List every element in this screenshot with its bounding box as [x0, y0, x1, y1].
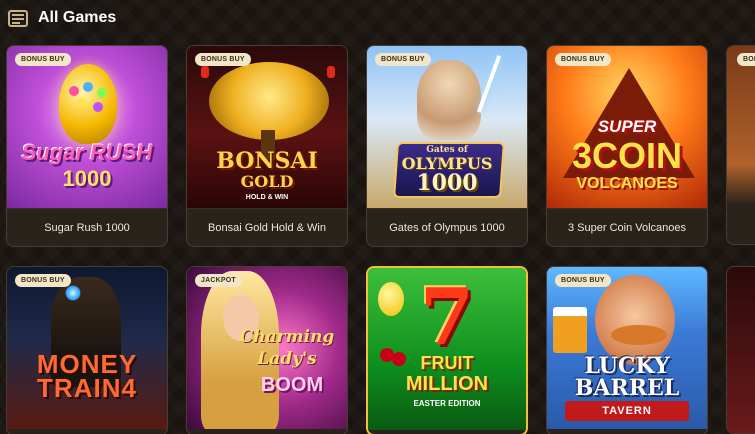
game-thumbnail[interactable]: BONUS BUY BONSAI GOLD HOLD & WIN [187, 46, 347, 208]
bonus-buy-badge: BONUS BUY [15, 274, 71, 287]
game-logo-text: MILLION [405, 373, 489, 395]
golden-tree-art [209, 62, 329, 140]
lemon-icon [378, 282, 404, 316]
game-card-fruit-million[interactable]: 7 FRUIT MILLION EASTER EDITION [366, 266, 528, 434]
game-logo-text: BARREL [574, 375, 680, 401]
game-logo-text: 3COIN [571, 135, 683, 176]
bonus-buy-badge: BONUS BUY [555, 53, 611, 66]
game-thumbnail[interactable]: BONUS BUY Sugar RUSH 1000 [7, 46, 167, 208]
lightning-icon [476, 55, 502, 113]
game-thumbnail[interactable]: BONUS BUY Gates of OLYMPUS 1000 [367, 46, 527, 208]
section-title: All Games [38, 9, 117, 26]
bonus-buy-badge: BONUS [737, 53, 755, 66]
game-thumbnail[interactable]: BONUS BUY MONEY TRAIN4 [7, 267, 167, 429]
game-logo-text: SUPER [597, 117, 657, 136]
game-card-bonsai-gold[interactable]: BONUS BUY BONSAI GOLD HOLD & WIN Bonsai … [186, 45, 348, 247]
game-logo-text: HOLD & WIN [245, 194, 289, 201]
game-title[interactable]: 3 Super Coin Volcanoes [547, 208, 707, 246]
game-logo-text: Lady's [257, 349, 317, 369]
game-card-charming-ladys-boom[interactable]: JACKPOT Charming Lady's BOOM [186, 266, 348, 434]
game-title[interactable]: Bonsai Gold Hold & Win [187, 208, 347, 246]
game-card-sugar-rush[interactable]: BONUS BUY Sugar RUSH 1000 Sugar Rush 100… [6, 45, 168, 247]
game-card-partial[interactable] [726, 266, 755, 434]
leprechaun-art [595, 275, 675, 365]
game-logo-text: VOLCANOES [576, 175, 678, 192]
golden-egg-art [59, 64, 117, 144]
jackpot-badge: JACKPOT [195, 274, 242, 287]
beer-mug-icon [553, 307, 587, 353]
game-thumbnail[interactable]: JACKPOT Charming Lady's BOOM [187, 267, 347, 429]
game-logo-text: 1000 [62, 166, 112, 191]
game-card-3-super-coin-volcanoes[interactable]: BONUS BUY SUPER 3COIN VOLCANOES 3 Super … [546, 45, 708, 247]
game-logo-text: Charming [239, 327, 335, 347]
game-logo-text: Sugar RUSH [21, 140, 153, 165]
bonus-buy-badge: BONUS BUY [195, 53, 251, 66]
game-thumbnail[interactable]: 7 FRUIT MILLION EASTER EDITION [368, 268, 526, 430]
section-header: All Games [7, 6, 116, 30]
game-title[interactable]: Gates of Olympus 1000 [367, 208, 527, 246]
game-logo-text: LUCKY [584, 353, 670, 379]
game-card-partial[interactable]: BONUS [726, 45, 755, 245]
game-thumbnail[interactable]: BONUS BUY SUPER 3COIN VOLCANOES [547, 46, 707, 208]
bonus-buy-badge: BONUS BUY [375, 53, 431, 66]
game-logo-text: BOOM [260, 374, 324, 396]
game-logo-text: TAVERN [565, 401, 689, 421]
game-card-lucky-barrel-tavern[interactable]: BONUS BUY LUCKY BARREL TAVERN [546, 266, 708, 434]
game-card-gates-of-olympus[interactable]: BONUS BUY Gates of OLYMPUS 1000 Gates of… [366, 45, 528, 247]
game-logo-text: EASTER EDITION [413, 399, 481, 408]
game-logo-text: GOLD [240, 172, 294, 191]
bonus-buy-badge: BONUS BUY [555, 274, 611, 287]
game-thumbnail[interactable]: BONUS BUY LUCKY BARREL TAVERN [547, 267, 707, 429]
zeus-art [417, 60, 481, 140]
game-logo-text: FRUIT [420, 353, 474, 373]
game-logo-text: 1000 [416, 170, 478, 196]
slot-machine-icon [7, 8, 29, 28]
game-logo-text: TRAIN4 [37, 373, 137, 403]
bonus-buy-badge: BONUS BUY [15, 53, 71, 66]
game-title[interactable]: Sugar Rush 1000 [7, 208, 167, 246]
game-card-money-train-4[interactable]: BONUS BUY MONEY TRAIN4 [6, 266, 168, 434]
game-logo-text: BONSAI [216, 148, 318, 174]
